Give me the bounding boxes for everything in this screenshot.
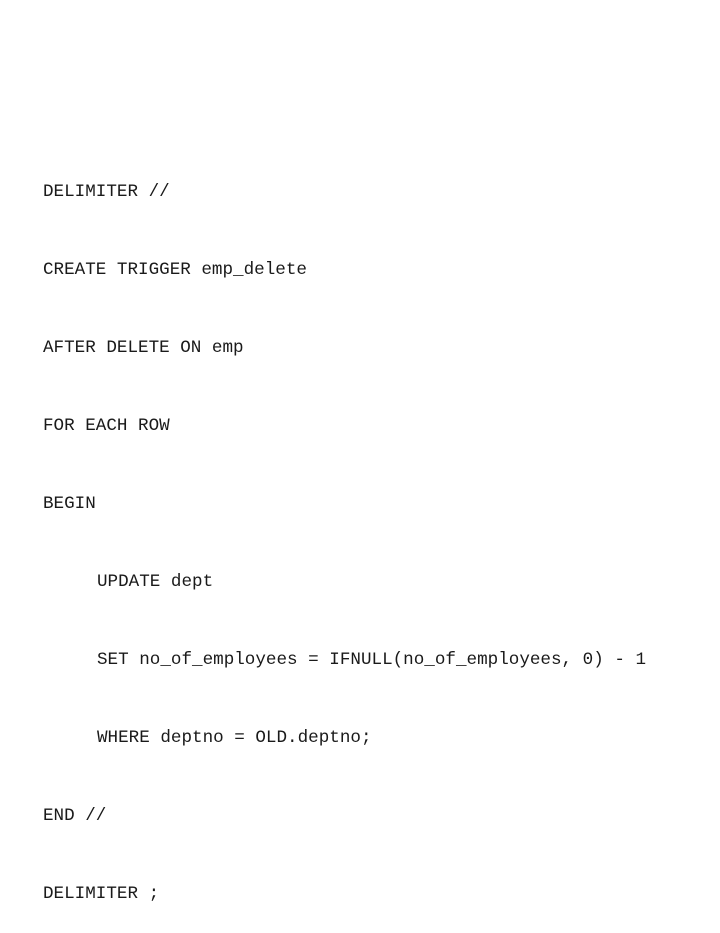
code-line: END // [43,806,107,826]
code-line: WHERE deptno = OLD.deptno; [97,728,372,748]
code-line: BEGIN [43,494,96,514]
code-line: CREATE TRIGGER emp_delete [43,260,307,280]
code-line: SET no_of_employees = IFNULL(no_of_emplo… [97,650,647,670]
code-line: AFTER DELETE ON emp [43,338,244,358]
code-line: DELIMITER ; [43,884,160,904]
code-line: DELIMITER // [43,182,170,202]
code-line: UPDATE dept [97,572,214,592]
code-line: FOR EACH ROW [43,416,170,436]
code-block: DELIMITER // CREATE TRIGGER emp_delete A… [43,127,646,933]
